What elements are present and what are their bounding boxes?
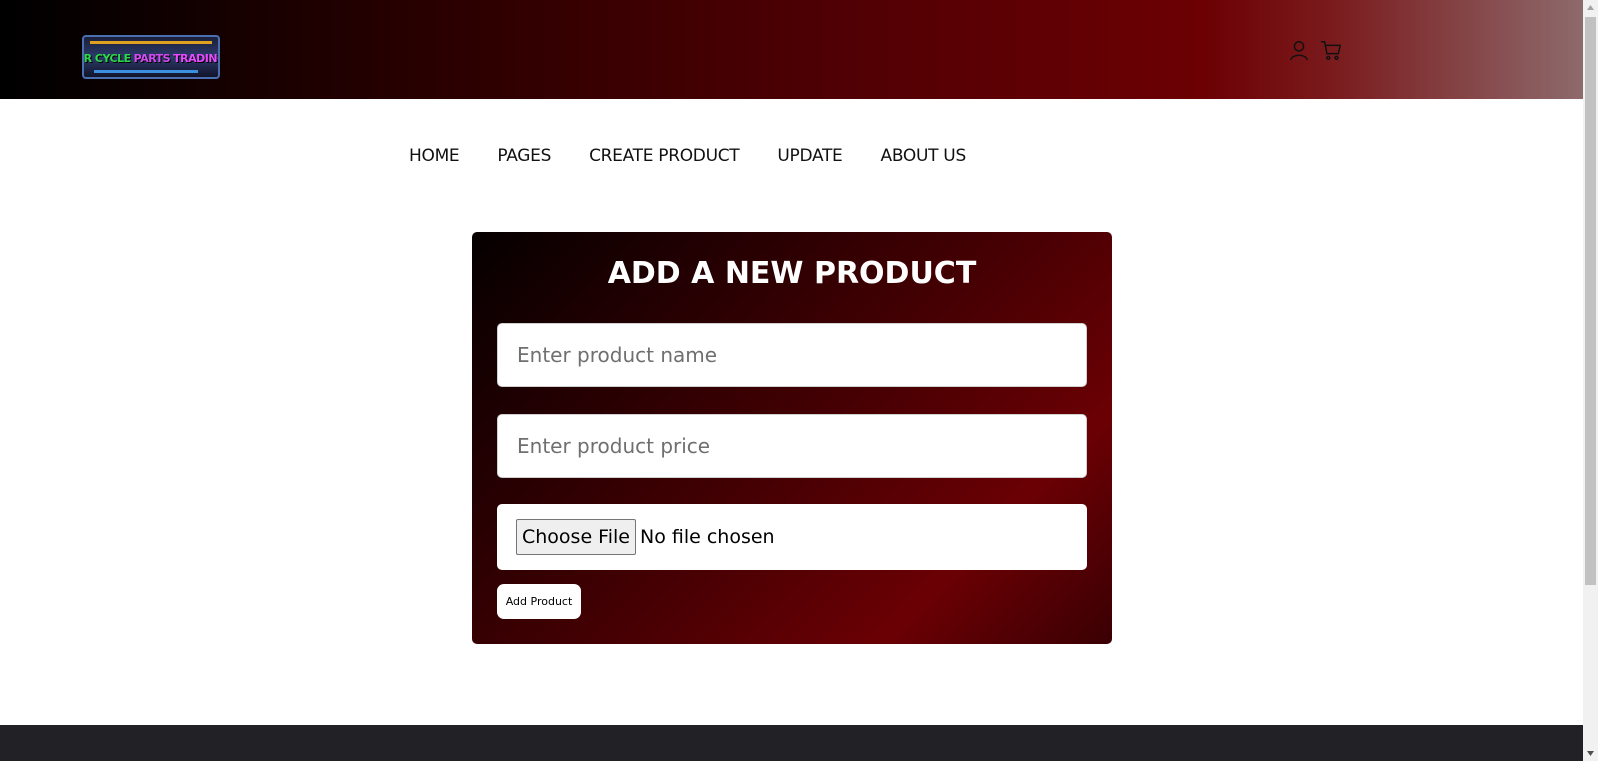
logo-word-3: TRADING (173, 51, 218, 65)
scroll-down-arrow-icon[interactable] (1583, 746, 1598, 761)
product-price-input[interactable] (497, 414, 1087, 478)
add-product-form: ADD A NEW PRODUCT Choose File No file ch… (472, 232, 1112, 644)
header-actions (1288, 38, 1342, 62)
product-name-input[interactable] (497, 323, 1087, 387)
logo-decoration (90, 41, 212, 44)
page: 3R CYCLE PARTS TRADING HOME PAGES CREATE… (0, 0, 1583, 761)
logo-word-1: 3R CYCLE (83, 51, 131, 65)
site-footer (0, 725, 1583, 761)
form-title: ADD A NEW PRODUCT (607, 256, 977, 291)
choose-file-button[interactable]: Choose File (516, 519, 636, 555)
user-icon[interactable] (1288, 38, 1310, 62)
site-header: 3R CYCLE PARTS TRADING (0, 0, 1583, 99)
brand-logo[interactable]: 3R CYCLE PARTS TRADING (82, 35, 220, 79)
scrollbar-thumb[interactable] (1585, 17, 1596, 585)
nav-pages[interactable]: PAGES (497, 146, 551, 166)
logo-text: 3R CYCLE PARTS TRADING (84, 45, 218, 71)
logo-decoration (94, 70, 198, 73)
nav-create-product[interactable]: CREATE PRODUCT (589, 146, 740, 166)
file-status: No file chosen (639, 526, 775, 548)
main-nav: HOME PAGES CREATE PRODUCT UPDATE ABOUT U… (409, 146, 1004, 166)
nav-about-us[interactable]: ABOUT US (881, 146, 967, 166)
scroll-up-arrow-icon[interactable] (1583, 0, 1598, 15)
image-file-input: Choose File No file chosen (497, 504, 1087, 570)
add-product-button[interactable]: Add Product (497, 584, 581, 619)
vertical-scrollbar[interactable] (1583, 0, 1598, 761)
logo-word-2: PARTS (133, 51, 171, 65)
nav-update[interactable]: UPDATE (777, 146, 842, 166)
nav-home[interactable]: HOME (409, 146, 460, 166)
cart-icon[interactable] (1320, 38, 1342, 62)
